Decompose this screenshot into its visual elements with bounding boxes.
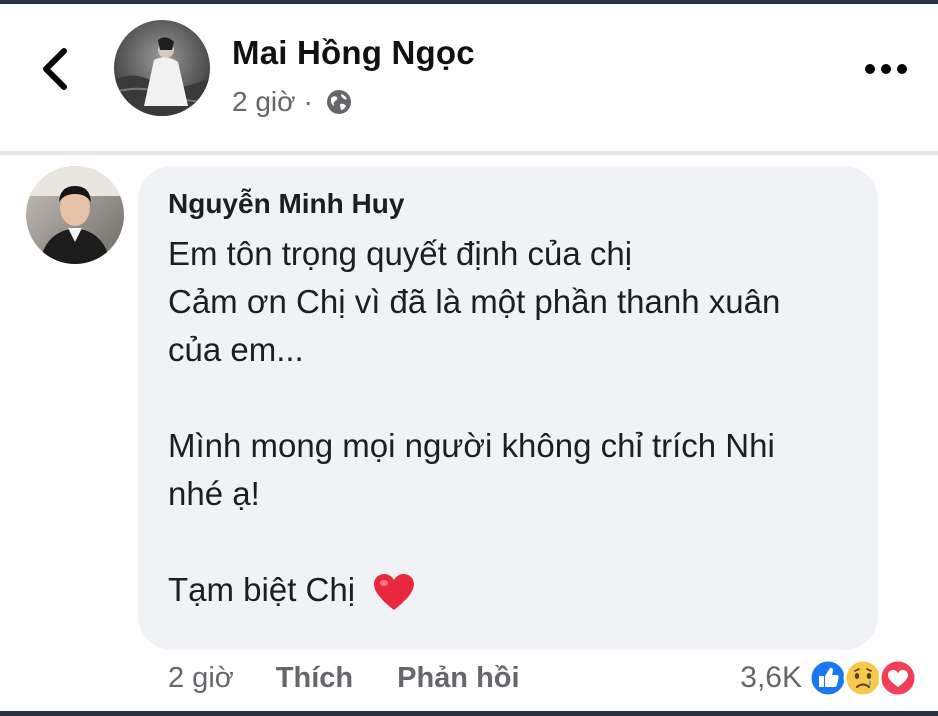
window-bottom-edge [0, 711, 938, 716]
sad-icon [843, 658, 883, 698]
comment-blank-line [168, 518, 848, 566]
comment-line: Cảm ơn Chị vì đã là một phần thanh xuân [168, 283, 781, 320]
comment-line: Em tôn trọng quyết định của chị [168, 235, 633, 272]
like-button[interactable]: Thích [276, 662, 353, 695]
commenter-name[interactable]: Nguyễn Minh Huy [168, 188, 848, 220]
comment-blank-line [168, 374, 848, 422]
post-author-name[interactable]: Mai Hồng Ngọc [232, 34, 475, 72]
comment-closing-text: Tạm biệt Chị [168, 571, 356, 608]
comment-line: của em... [168, 331, 304, 368]
reaction-count: 3,6K [740, 661, 802, 694]
commenter-avatar[interactable] [26, 166, 124, 264]
comment-time[interactable]: 2 giờ [168, 662, 234, 695]
love-icon [878, 658, 918, 698]
post-author-avatar[interactable] [114, 20, 210, 116]
back-button[interactable] [30, 44, 80, 94]
comment-bubble: Nguyễn Minh Huy Em tôn trọng quyết định … [138, 166, 878, 650]
more-options-button[interactable] [862, 54, 910, 84]
meta-separator: · [303, 86, 313, 117]
reaction-icons [808, 658, 918, 698]
screen: Mai Hồng Ngọc 2 giờ · Nguyễn Minh Huy Em… [0, 0, 938, 716]
more-horizontal-icon [865, 64, 907, 74]
post-header: Mai Hồng Ngọc 2 giờ · [0, 4, 938, 150]
globe-icon [326, 90, 351, 114]
comment-actions: 2 giờ Thích Phản hồi [168, 662, 564, 695]
reply-button[interactable]: Phản hồi [397, 662, 519, 695]
header-divider [0, 151, 938, 155]
chevron-left-icon [43, 48, 67, 90]
comment-line: nhé ạ! [168, 475, 260, 512]
like-icon [808, 658, 848, 698]
post-meta: 2 giờ · [232, 86, 353, 118]
comment-closing-line: Tạm biệt Chị [168, 566, 848, 614]
reaction-summary[interactable]: 3,6K [740, 658, 918, 698]
post-time[interactable]: 2 giờ [232, 86, 296, 118]
red-heart-icon [374, 574, 415, 611]
comment-line: Mình mong mọi người không chỉ trích Nhi [168, 427, 775, 464]
